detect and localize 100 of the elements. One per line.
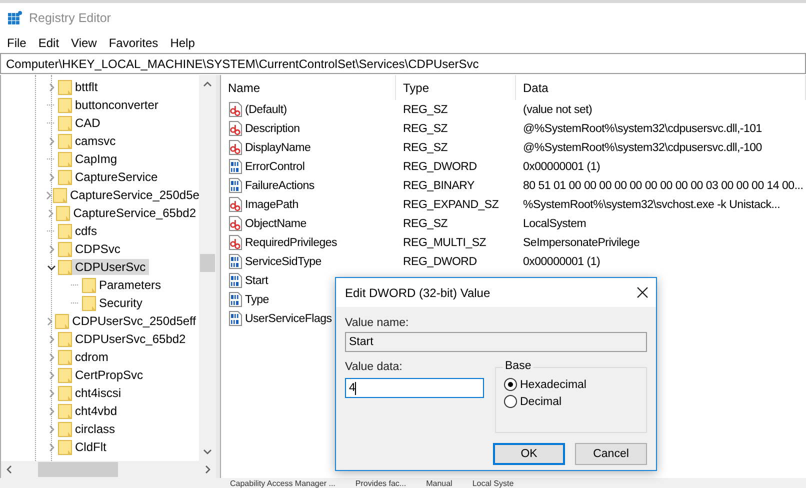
column-header[interactable]: Data	[516, 75, 806, 100]
folder-icon	[58, 368, 72, 382]
radio-label: Decimal	[520, 396, 562, 408]
folder-icon	[58, 170, 72, 184]
value-data: @%SystemRoot%\system32\cdpusersvc.dll,-100	[522, 142, 763, 154]
value-data: SeImpersonatePrivilege	[522, 236, 641, 248]
chevron-right-icon[interactable]	[46, 136, 56, 146]
folder-icon	[55, 314, 70, 328]
value-name[interactable]: RequiredPrivileges	[245, 236, 338, 248]
tree-item[interactable]: Parameters	[96, 277, 164, 293]
folder-icon	[56, 206, 70, 220]
binary-value-icon	[228, 178, 243, 193]
scroll-right-icon[interactable]	[203, 465, 212, 474]
tree-item[interactable]: cdfs	[72, 223, 100, 239]
value-name[interactable]: ImagePath	[245, 198, 298, 210]
column-header[interactable]: Name	[221, 75, 396, 100]
background-window-text: Provides fac...	[355, 478, 406, 488]
tree-item[interactable]: CDPSvc	[72, 241, 124, 257]
folder-icon	[58, 260, 72, 274]
tree-item[interactable]: CertPropSvc	[72, 367, 146, 383]
menu-item[interactable]: Help	[165, 36, 200, 50]
radio-button[interactable]	[504, 378, 517, 391]
tree-item[interactable]: CDPUserSvc_65bd2	[72, 331, 189, 347]
tree-item[interactable]: CAD	[72, 115, 104, 131]
scroll-down-icon[interactable]	[203, 447, 212, 456]
value-data-field[interactable]: 4	[345, 378, 484, 398]
tree-connector-icon	[71, 302, 79, 304]
tree-item[interactable]: CaptureService	[72, 169, 161, 185]
value-data: 0x00000001 (1)	[522, 256, 602, 268]
tree-item[interactable]: cht4iscsi	[72, 385, 124, 401]
folder-icon	[53, 188, 67, 202]
group-label: Base	[503, 360, 534, 372]
field-label: Value name:	[345, 317, 410, 329]
tree-connector-icon	[71, 284, 79, 286]
value-name[interactable]: Type	[245, 294, 269, 306]
tree-item[interactable]: cht4vbd	[72, 403, 120, 419]
chevron-right-icon[interactable]	[46, 82, 56, 92]
value-name[interactable]: Start	[245, 274, 268, 286]
menu-item[interactable]: View	[66, 36, 102, 50]
binary-value-icon	[228, 273, 243, 288]
value-type: REG_BINARY	[402, 180, 476, 192]
window-title: Registry Editor	[29, 11, 111, 25]
menu-item[interactable]: Favorites	[104, 36, 164, 50]
value-name[interactable]: FailureActions	[245, 180, 314, 192]
tree-item[interactable]: CaptureService_250d5e	[67, 187, 199, 203]
scroll-left-icon[interactable]	[5, 465, 14, 474]
value-name-field[interactable]: Start	[345, 332, 647, 352]
chevron-down-icon[interactable]	[46, 262, 56, 272]
value-name[interactable]: UserServiceFlags	[245, 312, 332, 324]
string-value-icon	[228, 197, 243, 212]
dialog-button[interactable]: Cancel	[575, 443, 647, 465]
vertical-scrollbar[interactable]	[199, 75, 216, 461]
folder-icon	[58, 350, 72, 364]
tree-item[interactable]: bttflt	[72, 79, 101, 95]
tree-item[interactable]: CDPUserSvc	[72, 259, 149, 275]
value-name[interactable]: ObjectName	[245, 218, 306, 230]
menu-item[interactable]: File	[2, 36, 32, 50]
folder-icon	[58, 332, 72, 346]
folder-icon	[58, 152, 72, 166]
folder-icon	[58, 242, 72, 256]
folder-icon	[58, 404, 72, 418]
value-name[interactable]: DisplayName	[245, 142, 311, 154]
value-name[interactable]: ErrorControl	[245, 160, 305, 172]
scrollbar-thumb[interactable]	[38, 462, 118, 477]
column-header[interactable]: Type	[396, 75, 516, 100]
value-type: REG_SZ	[402, 122, 449, 134]
folder-icon	[58, 116, 72, 130]
radio-button[interactable]	[504, 395, 517, 408]
background-window-text: Manual	[426, 478, 452, 488]
binary-value-icon	[228, 292, 243, 307]
tree-item[interactable]: circlass	[72, 421, 118, 437]
folder-icon	[82, 278, 96, 292]
string-value-icon	[228, 140, 243, 155]
tree-item[interactable]: buttonconverter	[72, 97, 162, 113]
scroll-up-icon[interactable]	[203, 80, 212, 89]
value-name[interactable]: ServiceSidType	[245, 256, 322, 268]
tree-item[interactable]: CldFlt	[72, 439, 110, 455]
value-name[interactable]: Description	[245, 122, 300, 134]
address-bar[interactable]: Computer\HKEY_LOCAL_MACHINE\SYSTEM\CurrentControlSet\Services\CDPUserSvc	[0, 53, 806, 74]
binary-value-icon	[228, 159, 243, 174]
chevron-right-icon[interactable]	[46, 244, 56, 254]
tree-item[interactable]: CaptureService_65bd2	[70, 205, 199, 221]
tree-item[interactable]: CDPUserSvc_250d5eff	[69, 313, 199, 329]
close-icon[interactable]	[637, 287, 648, 298]
field-label: Value data:	[345, 361, 404, 373]
tree-item[interactable]: camsvc	[72, 133, 119, 149]
tree-item[interactable]: Security	[96, 295, 146, 311]
tree-item[interactable]: CapImg	[72, 151, 120, 167]
dialog-title: Edit DWORD (32-bit) Value	[345, 286, 490, 300]
menu-item[interactable]: Edit	[33, 36, 64, 50]
string-value-icon	[228, 235, 243, 250]
value-type: REG_MULTI_SZ	[402, 236, 488, 248]
folder-icon	[58, 440, 72, 454]
value-data: 0x00000001 (1)	[522, 160, 602, 172]
value-name[interactable]: (Default)	[245, 104, 287, 116]
horizontal-scrollbar[interactable]	[1, 461, 216, 478]
string-value-icon	[228, 102, 243, 117]
scrollbar-thumb[interactable]	[200, 254, 215, 272]
default-button[interactable]: OK	[493, 443, 565, 465]
tree-item[interactable]: cdrom	[72, 349, 112, 365]
